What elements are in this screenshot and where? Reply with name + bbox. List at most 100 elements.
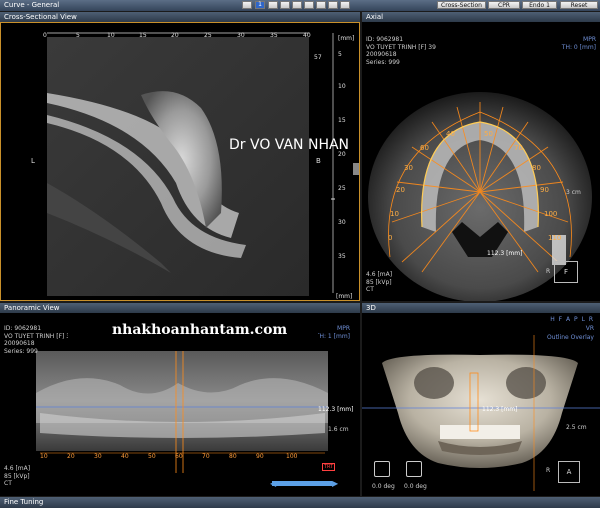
ruler-tick: 30 xyxy=(237,32,245,39)
mpr-label: MPR xyxy=(583,36,596,43)
ruler-tick: 35 xyxy=(338,253,346,260)
axial-mpr-info: MPR TH: 0 [mm] xyxy=(562,36,596,51)
slice-number: 57 xyxy=(314,54,322,61)
pano-tick: 30 xyxy=(94,453,102,460)
three-d-scale: 2.5 cm xyxy=(566,424,587,431)
trt-marker[interactable]: TRT xyxy=(322,463,336,471)
cross-section-image xyxy=(1,23,359,300)
top-ruler: 0 5 10 15 20 25 30 35 40 xyxy=(43,32,313,40)
section-number: 70 xyxy=(514,144,523,152)
section-number: 90 xyxy=(540,186,549,194)
pano-slider[interactable]: ◀ ▶ xyxy=(270,479,340,488)
reset-button[interactable]: Reset xyxy=(560,1,598,9)
layout-1-icon[interactable] xyxy=(268,1,278,9)
ruler-tick: 15 xyxy=(338,117,346,124)
thickness-label: TH: 1 [mm] xyxy=(315,332,350,340)
section-number: 20 xyxy=(396,186,405,194)
orientation-cube-icon[interactable]: A xyxy=(558,461,580,483)
axial-acq-info: 4.6 [mA] 85 [kVp] CT xyxy=(366,271,392,294)
section-number: 80 xyxy=(532,164,541,172)
cross-section-panel[interactable]: 0 5 10 15 20 25 30 35 40 [mm] 57 5 10 15… xyxy=(0,22,360,301)
watermark-clinic: nhakhoanhantam.com xyxy=(112,322,288,338)
window-title: Curve - General xyxy=(4,1,60,9)
mpr-label: MPR xyxy=(337,325,350,332)
three-d-orient-letters: H F A P L R xyxy=(550,316,594,323)
axial-patient-info: ID: 9062981 VO TUYET TRINH [F] 39 200906… xyxy=(366,36,436,66)
pano-patient-info: ID: 9062981 VO TUYET TRINH [F] 39 200906… xyxy=(4,325,74,355)
section-number: 50 xyxy=(484,130,493,138)
series: Series: 999 xyxy=(366,58,400,66)
orientation-cube-icon[interactable]: F xyxy=(554,261,578,283)
scrollbar-thumb[interactable] xyxy=(353,163,359,175)
pano-tick: 90 xyxy=(256,453,264,460)
axial-measure: 112.3 [mm] xyxy=(487,250,523,257)
layout-7-icon[interactable] xyxy=(340,1,350,9)
ma-value: 4.6 [mA] xyxy=(366,271,393,278)
pano-ruler: 10 20 30 40 50 60 70 80 90 100 xyxy=(36,453,336,463)
modality: CT xyxy=(4,480,12,487)
outline-overlay-label: Outline Overlay xyxy=(547,334,594,341)
fine-tuning-bar[interactable]: Fine Tuning xyxy=(0,497,600,508)
section-number: 60 xyxy=(420,144,429,152)
study-date: 20090618 xyxy=(366,51,397,58)
slider-right-arrow-icon[interactable]: ▶ xyxy=(332,479,338,488)
cpr-button[interactable]: CPR xyxy=(488,1,520,9)
orientation-left: L xyxy=(31,157,35,165)
three-d-orient: R xyxy=(546,467,551,474)
page-number-button[interactable]: 1 xyxy=(255,1,265,9)
three-d-measure: 112.3 [mm] xyxy=(482,406,518,413)
ruler-tick: 25 xyxy=(338,185,346,192)
vr-label: VR xyxy=(585,325,594,332)
ruler-tick: 40 xyxy=(303,32,311,39)
unit-label-bottom: [mm] xyxy=(336,293,353,300)
kvp-value: 85 [kVp] xyxy=(4,472,30,480)
watermark-doctor: Dr VO VAN NHAN xyxy=(229,137,350,153)
slider-left-arrow-icon[interactable]: ◀ xyxy=(270,479,276,488)
section-number: 110 xyxy=(548,234,562,242)
rotation-deg-1: 0.0 deg xyxy=(372,483,395,490)
panoramic-header: Panoramic View xyxy=(0,303,360,313)
axial-header: Axial xyxy=(362,12,600,22)
three-d-panel[interactable]: H F A P L R VR Outline Overlay 112.3 [mm… xyxy=(362,313,600,496)
layout-2-icon[interactable] xyxy=(280,1,290,9)
layout-3-icon[interactable] xyxy=(292,1,302,9)
pano-tick: 10 xyxy=(40,453,48,460)
kvp-value: 85 [kVp] xyxy=(366,278,392,286)
patient-name: VO TUYET TRINH [F] 39 xyxy=(366,43,436,51)
ruler-tick: 10 xyxy=(107,32,115,39)
endo-button[interactable]: Endo 1 xyxy=(522,1,557,9)
cross-section-button[interactable]: Cross-Section xyxy=(437,1,486,9)
watermark-box: nhakhoanhantam.com xyxy=(68,315,318,347)
pano-tick: 60 xyxy=(175,453,183,460)
section-number: 10 xyxy=(390,210,399,218)
layout-5-icon[interactable] xyxy=(316,1,326,9)
pano-measure: 112.3 [mm] xyxy=(318,406,354,413)
ruler-tick: 25 xyxy=(204,32,212,39)
layout-6-icon[interactable] xyxy=(328,1,338,9)
series: Series: 999 xyxy=(4,347,38,355)
ruler-tick: 15 xyxy=(139,32,147,39)
pano-scale: 1.6 cm xyxy=(328,426,349,433)
section-numbers: 40 50 60 70 30 80 20 90 10 100 0 110 xyxy=(388,122,562,262)
cross-section-header: Cross-Sectional View xyxy=(0,12,360,22)
three-d-header: 3D xyxy=(362,303,600,313)
pano-tick: 100 xyxy=(286,453,298,460)
study-date: 20090618 xyxy=(4,340,35,347)
ruler-tick: 10 xyxy=(338,83,346,90)
unit-label-top: [mm] xyxy=(338,35,355,42)
patient-id: ID: 9062981 xyxy=(4,325,42,332)
layout-4-icon[interactable] xyxy=(304,1,314,9)
ruler-tick: 5 xyxy=(338,51,342,58)
pano-tick: 50 xyxy=(148,453,156,460)
axial-panel[interactable]: ID: 9062981 VO TUYET TRINH [F] 39 200906… xyxy=(362,22,600,301)
pano-acq-info: 4.6 [mA] 85 [kVp] CT xyxy=(4,465,30,488)
rotate-vertical-icon[interactable] xyxy=(406,461,422,477)
panoramic-panel[interactable]: ID: 9062981 VO TUYET TRINH [F] 39 200906… xyxy=(0,313,360,496)
rotation-deg-2: 0.0 deg xyxy=(404,483,427,490)
rotate-horizontal-icon[interactable] xyxy=(374,461,390,477)
arrow-left-icon[interactable] xyxy=(242,1,252,9)
fine-tuning-label: Fine Tuning xyxy=(4,498,44,506)
ruler-tick: 35 xyxy=(270,32,278,39)
axial-orient: R xyxy=(546,268,551,275)
axial-scale: 3 cm xyxy=(566,189,581,196)
